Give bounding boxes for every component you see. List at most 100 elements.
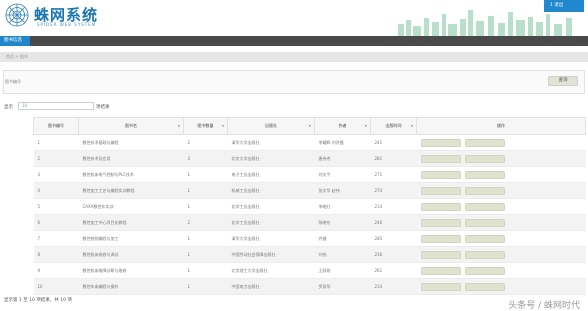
cell-name: 数控技术基础与编程 <box>78 134 184 151</box>
column-header-publisher[interactable]: 出版社 ▼ <box>227 117 315 135</box>
cell-name: 数控机床维修与调试 <box>78 246 184 263</box>
cell-id: 3 <box>33 166 79 183</box>
cell-author: 李晓红 <box>314 198 371 215</box>
column-header-name[interactable]: 图书名 ▼ <box>78 117 184 135</box>
breadcrumb-bar <box>0 52 588 62</box>
edit-button[interactable] <box>420 218 461 227</box>
cell-publisher: 北京理工大学出版社 <box>227 262 315 279</box>
delete-button[interactable] <box>464 266 505 275</box>
cell-publisher: 北京大学出版社 <box>227 150 315 167</box>
cell-date: 236 <box>370 246 417 263</box>
cell-id: 1 <box>33 134 79 151</box>
delete-button[interactable] <box>464 250 505 259</box>
table-header-row: 图书编号 图书名 ▼ 图书数量 ▼ 出版社 ▼ 作者 ▼ 出版时间 ▼ 操作 <box>33 117 586 135</box>
watermark-text: 头条号 / 蛛网时代 <box>508 301 580 311</box>
cell-actions <box>416 166 586 183</box>
edit-button[interactable] <box>420 154 461 163</box>
cell-author: 张文华 赵伟 <box>314 182 371 199</box>
cell-date: 261 <box>370 262 417 279</box>
page-size-select[interactable]: 10 <box>18 102 94 110</box>
table-row: 2 数控技术及应用 3 北京大学出版社 唐伟杰 281 <box>33 150 586 167</box>
cell-quantity: 1 <box>183 182 228 199</box>
table-row: 7 数控铣削编程与加工 1 清华大学出版社 齐健 285 <box>33 230 586 247</box>
page-size-suffix: 项结果 <box>96 105 110 110</box>
app-subtitle: SPIDER WEB SYSTEM <box>37 22 97 27</box>
cell-author: 刘伟 <box>314 246 371 263</box>
cell-actions <box>416 230 586 247</box>
cell-id: 6 <box>33 214 79 231</box>
column-header-date[interactable]: 出版时间 ▼ <box>370 117 417 135</box>
cell-date: 274 <box>370 182 417 199</box>
filter-panel <box>3 70 585 94</box>
page-size-prefix: 显示 <box>4 105 13 110</box>
book-table: 图书编号 图书名 ▼ 图书数量 ▼ 出版社 ▼ 作者 ▼ 出版时间 ▼ 操作 1 数控技术… <box>33 117 586 295</box>
cell-name: CAXA数控车实训 <box>78 198 184 215</box>
delete-button[interactable] <box>464 170 505 179</box>
cell-quantity: 1 <box>183 166 228 183</box>
table-row: 3 数控机床电气控制与PLC技术 1 电子工业出版社 刘文平 271 <box>33 166 586 183</box>
cell-publisher: 化学工业出版社 <box>227 198 315 215</box>
cell-quantity: 3 <box>183 150 228 167</box>
delete-button[interactable] <box>464 186 505 195</box>
cell-date: 240 <box>370 214 417 231</box>
edit-button[interactable] <box>420 170 461 179</box>
edit-button[interactable] <box>420 250 461 259</box>
edit-button[interactable] <box>420 202 461 211</box>
column-header-quantity[interactable]: 图书数量 ▼ <box>183 117 228 135</box>
edit-button[interactable] <box>420 234 461 243</box>
column-header-id[interactable]: 图书编号 <box>33 117 79 135</box>
cell-date: 214 <box>370 198 417 215</box>
delete-button[interactable] <box>464 138 505 147</box>
cell-quantity: 1 <box>183 278 228 295</box>
table-row: 5 CAXA数控车实训 1 化学工业出版社 李晓红 214 <box>33 198 586 215</box>
app-header: 蛛网系统 SPIDER WEB SYSTEM 1 退出 <box>0 0 588 36</box>
cell-quantity: 1 <box>183 230 228 247</box>
cell-actions <box>416 278 586 295</box>
filter-label: 图书编号 <box>5 79 21 84</box>
cell-publisher: 中国电力出版社 <box>227 278 315 295</box>
cell-author: 罗双华 <box>314 278 371 295</box>
cell-actions <box>416 134 586 151</box>
cell-id: 8 <box>33 246 79 263</box>
table-row: 6 数控加工中心项目化教程 2 化学工业出版社 陈晓东 240 <box>33 214 586 231</box>
cell-author: 王跃刚 <box>314 262 371 279</box>
cell-author: 刘文平 <box>314 166 371 183</box>
delete-button[interactable] <box>464 282 505 291</box>
delete-button[interactable] <box>464 202 505 211</box>
logout-button[interactable]: 1 退出 <box>544 0 584 12</box>
edit-button[interactable] <box>420 282 461 291</box>
cell-name: 数控铣削编程与加工 <box>78 230 184 247</box>
sort-icon: ▼ <box>364 124 367 128</box>
sort-icon: ▼ <box>308 124 311 128</box>
cell-actions <box>416 246 586 263</box>
cell-name: 数控加工中心项目化教程 <box>78 214 184 231</box>
column-header-author[interactable]: 作者 ▼ <box>314 117 371 135</box>
cell-actions <box>416 198 586 215</box>
edit-button[interactable] <box>420 186 461 195</box>
cell-quantity: 1 <box>183 246 228 263</box>
cell-date: 285 <box>370 230 417 247</box>
pagination-summary: 显示第 1 至 10 项结果，共 10 项 <box>4 298 72 303</box>
breadcrumb: 首页 > 图书 <box>6 54 28 59</box>
sort-icon: ▼ <box>177 124 180 128</box>
column-header-actions: 操作 <box>416 117 586 135</box>
cell-author: 陈晓东 <box>314 214 371 231</box>
table-row: 1 数控技术基础与编程 2 清华大学出版社 李耀辉 刘洪霞 241 <box>33 134 586 151</box>
delete-button[interactable] <box>464 154 505 163</box>
cell-publisher: 清华大学出版社 <box>227 134 315 151</box>
delete-button[interactable] <box>464 234 505 243</box>
cell-name: 数控车床编程与操作 <box>78 278 184 295</box>
cell-actions <box>416 182 586 199</box>
table-row: 9 数控机床故障诊断与维修 1 北京理工大学出版社 王跃刚 261 <box>33 262 586 279</box>
cell-id: 4 <box>33 182 79 199</box>
cell-actions <box>416 150 586 167</box>
cell-actions <box>416 262 586 279</box>
cell-date: 241 <box>370 134 417 151</box>
table-row: 10 数控车床编程与操作 1 中国电力出版社 罗双华 214 <box>33 278 586 295</box>
sort-icon: ▼ <box>221 124 224 128</box>
query-button[interactable]: 查询 <box>548 76 578 86</box>
edit-button[interactable] <box>420 138 461 147</box>
delete-button[interactable] <box>464 218 505 227</box>
tab-book-info[interactable]: 图书信息 <box>0 36 30 46</box>
edit-button[interactable] <box>420 266 461 275</box>
